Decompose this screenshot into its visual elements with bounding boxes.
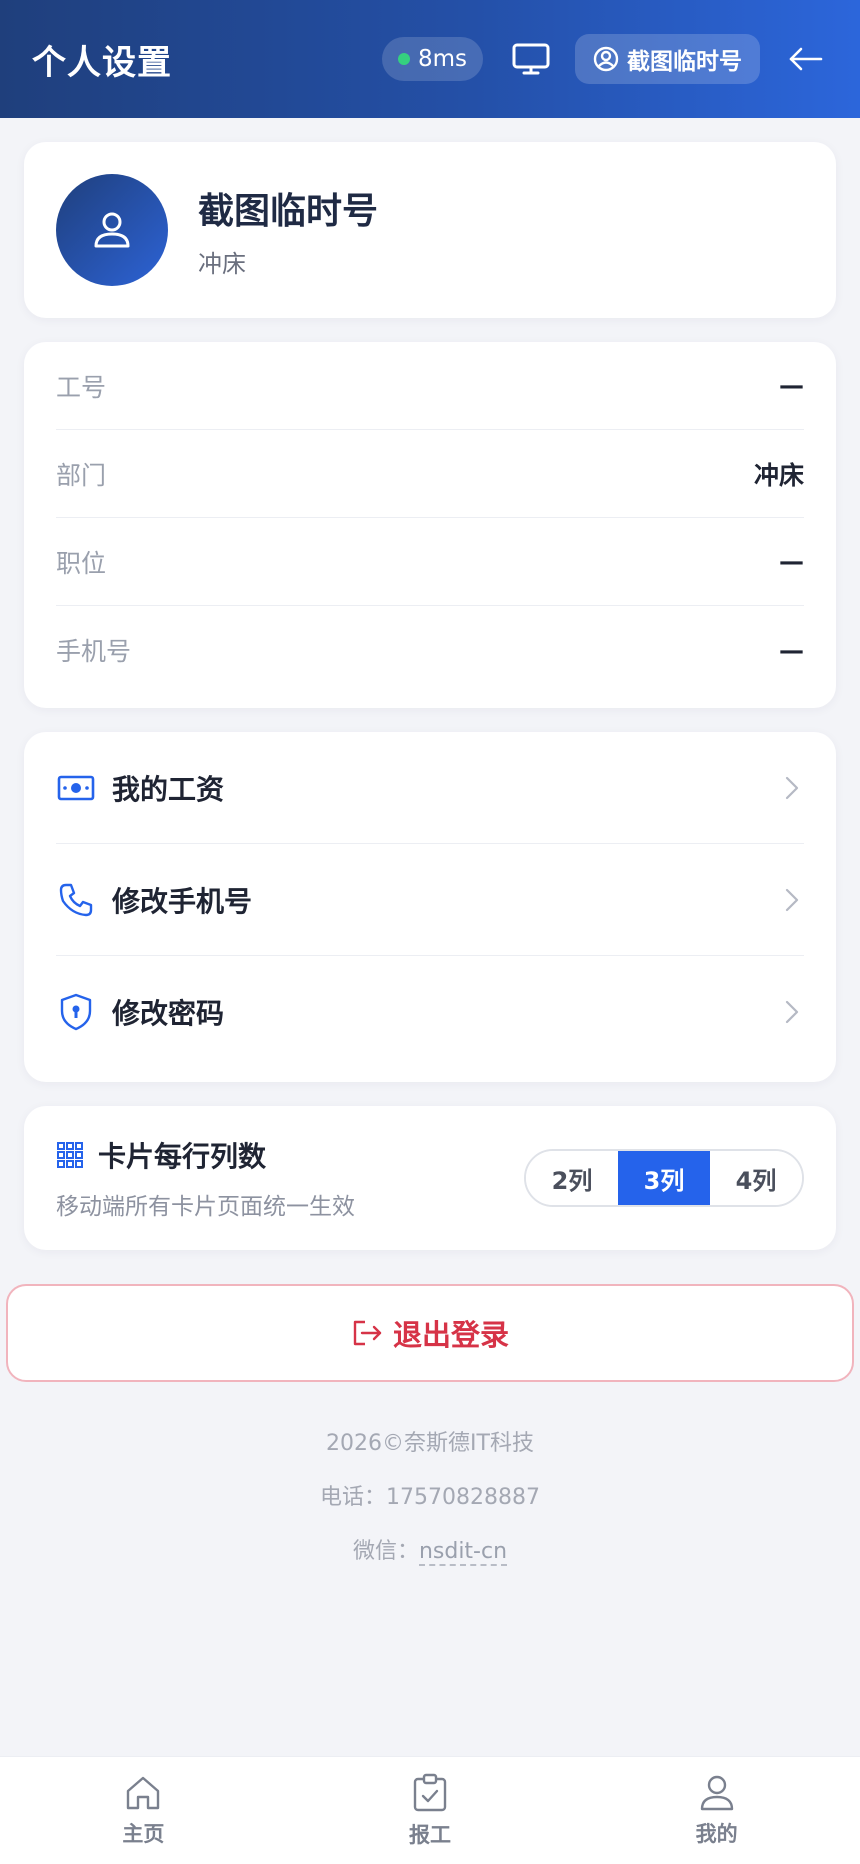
- columns-option-2[interactable]: 2列: [526, 1151, 618, 1205]
- menu-item-label: 修改手机号: [112, 884, 253, 918]
- info-row-employee-id: 工号 —: [56, 342, 804, 430]
- desktop-view-button[interactable]: [509, 37, 553, 81]
- back-button[interactable]: [784, 37, 828, 81]
- monitor-icon: [512, 43, 550, 75]
- card-columns-setting: 卡片每行列数 移动端所有卡片页面统一生效 2列 3列 4列: [24, 1106, 836, 1250]
- info-label: 工号: [56, 372, 107, 402]
- avatar: [56, 174, 168, 286]
- menu-item-my-salary[interactable]: 我的工资: [56, 732, 804, 844]
- menu-card: 我的工资 修改手机号 修改密码: [24, 732, 836, 1082]
- footer-wechat-label: 微信：: [352, 1539, 419, 1564]
- chevron-right-icon: [780, 776, 804, 800]
- nav-item-report[interactable]: 报工: [287, 1757, 574, 1864]
- footer-copyright: 2026©奈斯德IT科技: [326, 1431, 534, 1456]
- grid-icon: [57, 1142, 83, 1168]
- page-title: 个人设置: [32, 42, 172, 83]
- menu-item-label: 修改密码: [112, 997, 225, 1030]
- phone-icon: [56, 880, 96, 920]
- profile-card: 截图临时号 冲床: [24, 142, 836, 318]
- info-label: 职位: [56, 548, 107, 578]
- nav-label: 报工: [409, 1822, 451, 1847]
- user-icon: [700, 1775, 733, 1810]
- user-chip-button[interactable]: 截图临时号: [575, 34, 760, 84]
- info-value: —: [779, 547, 804, 576]
- header: 个人设置 8ms 截图临时号: [0, 0, 860, 118]
- logout-label: 退出登录: [392, 1318, 509, 1352]
- info-label: 部门: [56, 460, 107, 490]
- info-label: 手机号: [56, 637, 132, 666]
- money-icon: [56, 768, 96, 808]
- columns-option-3[interactable]: 3列: [618, 1151, 710, 1205]
- nav-item-mine[interactable]: 我的: [573, 1757, 860, 1864]
- profile-name: 截图临时号: [198, 190, 379, 232]
- menu-item-change-phone[interactable]: 修改手机号: [56, 844, 804, 956]
- columns-setting-subtitle: 移动端所有卡片页面统一生效: [56, 1194, 355, 1220]
- footer: 2026©奈斯德IT科技 电话：17570828887 微信：nsdit-cn: [0, 1424, 860, 1586]
- nav-item-home[interactable]: 主页: [0, 1757, 287, 1864]
- arrow-left-icon: [789, 47, 823, 71]
- latency-indicator: 8ms: [381, 37, 483, 81]
- menu-item-change-password[interactable]: 修改密码: [56, 956, 804, 1068]
- logout-button[interactable]: 退出登录: [6, 1284, 854, 1382]
- info-value: 冲床: [753, 460, 804, 490]
- footer-wechat: 微信：nsdit-cn: [0, 1532, 860, 1586]
- profile-department: 冲床: [198, 249, 246, 278]
- clipboard-check-icon: [413, 1773, 447, 1811]
- columns-option-4[interactable]: 4列: [710, 1151, 802, 1205]
- footer-phone: 电话：17570828887: [320, 1485, 540, 1510]
- user-circle-icon: [593, 46, 619, 72]
- logout-icon: [353, 1320, 382, 1346]
- chevron-right-icon: [780, 888, 804, 912]
- online-status-dot: [397, 53, 410, 65]
- nav-label: 我的: [695, 1821, 738, 1846]
- chevron-right-icon: [780, 1000, 804, 1024]
- footer-wechat-id[interactable]: nsdit-cn: [418, 1539, 508, 1566]
- info-row-phone: 手机号 —: [56, 606, 804, 694]
- nav-label: 主页: [122, 1821, 165, 1846]
- info-value: —: [779, 371, 804, 400]
- bottom-nav: 主页 报工 我的: [0, 1756, 860, 1864]
- menu-item-label: 我的工资: [112, 772, 225, 806]
- shield-lock-icon: [56, 992, 96, 1032]
- user-icon: [94, 212, 130, 248]
- columns-segmented-control: 2列 3列 4列: [524, 1149, 804, 1207]
- info-row-department: 部门 冲床: [56, 430, 804, 518]
- home-icon: [127, 1776, 160, 1809]
- info-row-position: 职位 —: [56, 518, 804, 606]
- columns-setting-title: 卡片每行列数: [98, 1140, 267, 1173]
- info-card: 工号 — 部门 冲床 职位 — 手机号 —: [24, 342, 836, 708]
- user-chip-name: 截图临时号: [627, 49, 742, 75]
- latency-value: 8ms: [417, 46, 467, 72]
- info-value: —: [779, 635, 804, 665]
